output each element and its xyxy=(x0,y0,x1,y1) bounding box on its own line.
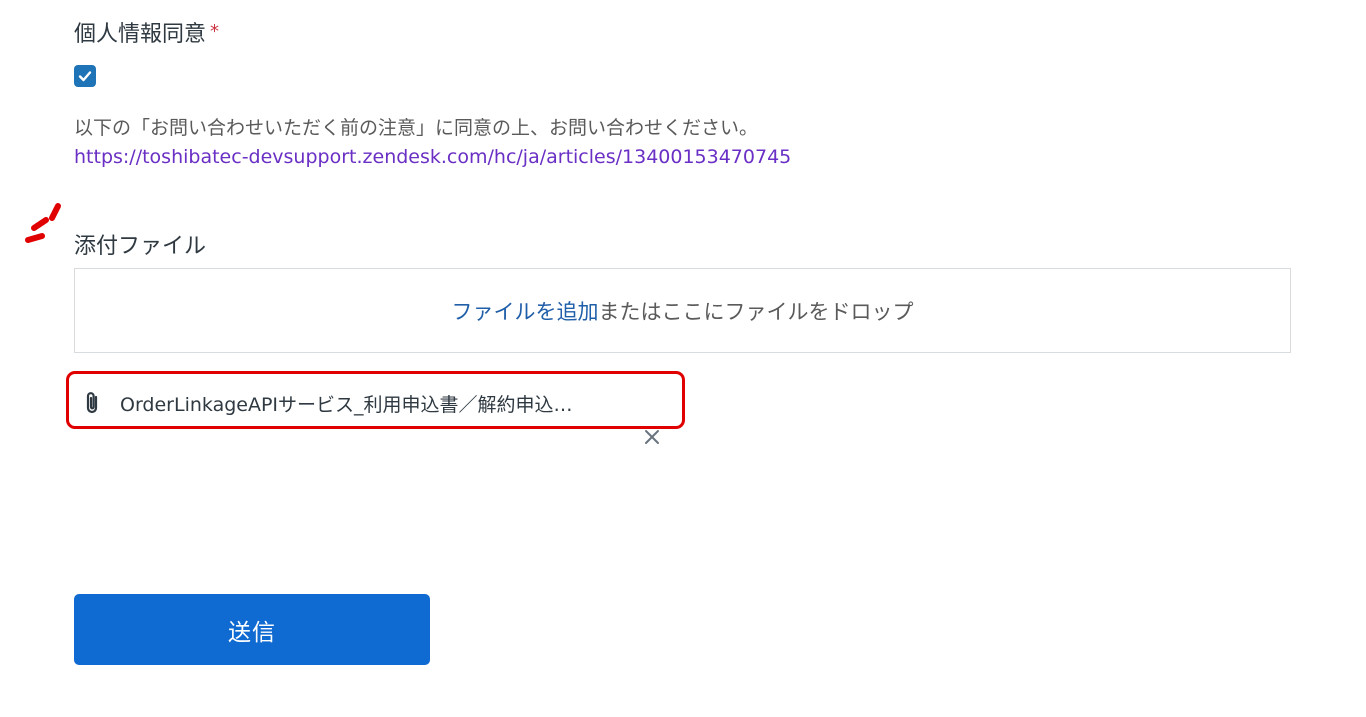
consent-label: 個人情報同意 * xyxy=(74,16,219,48)
add-file-link[interactable]: ファイルを追加 xyxy=(452,296,599,326)
consent-checkbox[interactable] xyxy=(74,65,96,87)
required-mark: * xyxy=(210,21,220,42)
submit-button[interactable]: 送信 xyxy=(74,594,430,665)
consent-notice-link[interactable]: https://toshibatec-devsupport.zendesk.co… xyxy=(74,146,791,168)
emphasis-marks-icon xyxy=(25,203,61,243)
attachment-label: 添付ファイル xyxy=(74,234,207,259)
checkmark-icon xyxy=(78,71,92,82)
paperclip-icon xyxy=(86,392,98,414)
drop-hint-text: またはここにファイルをドロップ xyxy=(598,299,914,324)
consent-description: 以下の「お問い合わせいただく前の注意」に同意の上、お問い合わせください。 xyxy=(74,117,759,139)
consent-label-text: 個人情報同意 xyxy=(74,22,207,47)
file-dropzone[interactable]: ファイルを追加 またはここにファイルをドロップ xyxy=(74,268,1291,353)
close-icon[interactable] xyxy=(642,427,662,447)
attached-file-item: OrderLinkageAPIサービス_利用申込書／解約申込… xyxy=(84,388,648,418)
attached-file-name: OrderLinkageAPIサービス_利用申込書／解約申込… xyxy=(120,393,573,416)
